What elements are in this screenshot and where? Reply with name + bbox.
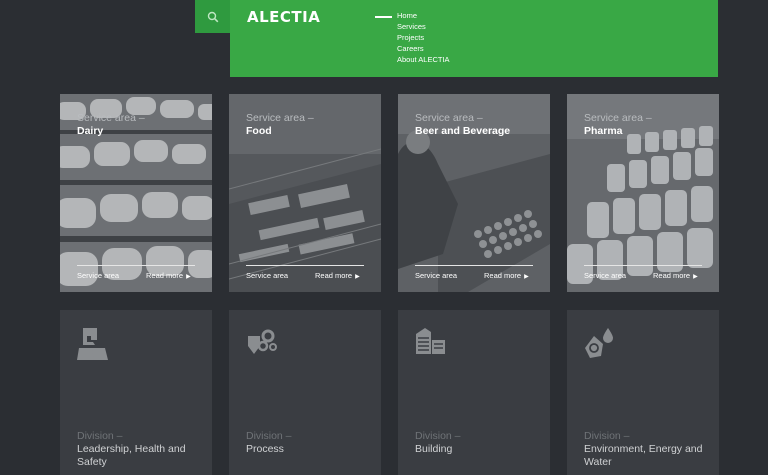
nav-item-projects[interactable]: Projects (397, 32, 450, 43)
nav-item-careers[interactable]: Careers (397, 43, 450, 54)
divider (584, 265, 702, 266)
read-more-label: Read more (315, 271, 353, 280)
nav-item-about[interactable]: About ALECTIA (397, 54, 450, 65)
read-more-link[interactable]: Read more ▶ (653, 271, 698, 280)
service-card-pharma[interactable]: Service area – Pharma Service area Read … (567, 94, 719, 292)
read-more-label: Read more (484, 271, 522, 280)
arrow-right-icon: ▶ (355, 274, 360, 280)
divider (77, 265, 195, 266)
site-header: ALECTIA Home Services Projects Careers A… (230, 0, 718, 77)
read-more-label: Read more (653, 271, 691, 280)
service-card-dairy[interactable]: Service area – Dairy Service area Read m… (60, 94, 212, 292)
service-card-beer-and-beverage[interactable]: Service area – Beer and Beverage Service… (398, 94, 550, 292)
nav-item-services[interactable]: Services (397, 21, 450, 32)
service-area-link[interactable]: Service area (246, 271, 288, 280)
division-kicker: Division – (415, 430, 461, 442)
division-kicker: Division – (246, 430, 292, 442)
main-nav: Home Services Projects Careers About ALE… (397, 10, 450, 65)
arrow-right-icon: ▶ (524, 274, 529, 280)
read-more-link[interactable]: Read more ▶ (315, 271, 360, 280)
environment-icon (585, 328, 613, 358)
division-card-leadership[interactable]: Division – Leadership, Health and Safety (60, 310, 212, 475)
service-title: Food (246, 125, 272, 137)
division-kicker: Division – (584, 430, 630, 442)
service-title: Pharma (584, 125, 623, 137)
read-more-link[interactable]: Read more ▶ (146, 271, 191, 280)
read-more-label: Read more (146, 271, 184, 280)
arrow-right-icon: ▶ (186, 274, 191, 280)
division-card-building[interactable]: Division – Building (398, 310, 550, 475)
service-title: Beer and Beverage (415, 125, 511, 137)
division-card-environment[interactable]: Division – Environment, Energy and Water (567, 310, 719, 475)
service-kicker: Service area – (246, 112, 314, 124)
division-title: Process (246, 443, 284, 455)
read-more-link[interactable]: Read more ▶ (484, 271, 529, 280)
service-kicker: Service area – (77, 112, 145, 124)
service-kicker: Service area – (415, 112, 483, 124)
building-icon (416, 328, 445, 354)
search-icon (207, 11, 218, 22)
site-logo[interactable]: ALECTIA (247, 8, 320, 26)
division-card-process[interactable]: Division – Process (229, 310, 381, 475)
division-title: Building (415, 443, 453, 455)
leadership-icon (77, 328, 108, 360)
nav-active-indicator (375, 16, 392, 18)
service-card-food[interactable]: Service area – Food Service area Read mo… (229, 94, 381, 292)
search-button[interactable] (195, 0, 230, 33)
division-kicker: Division – (77, 430, 123, 442)
service-kicker: Service area – (584, 112, 652, 124)
nav-item-home[interactable]: Home (397, 10, 450, 21)
divider (246, 265, 364, 266)
arrow-right-icon: ▶ (693, 274, 698, 280)
service-area-link[interactable]: Service area (415, 271, 457, 280)
divider (415, 265, 533, 266)
division-title: Leadership, Health and Safety (77, 443, 186, 468)
process-icon (248, 329, 277, 354)
division-title: Environment, Energy and Water (584, 443, 703, 468)
service-area-link[interactable]: Service area (584, 271, 626, 280)
service-title: Dairy (77, 125, 104, 137)
service-area-link[interactable]: Service area (77, 271, 119, 280)
